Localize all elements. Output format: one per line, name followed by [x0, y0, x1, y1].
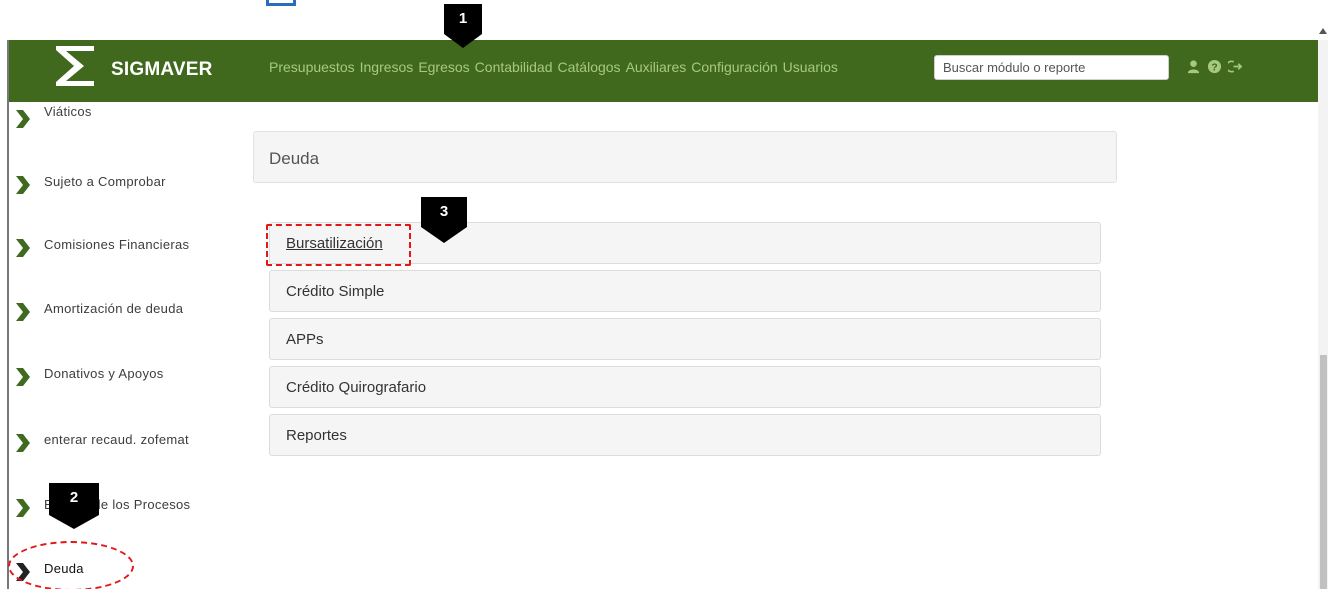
callout-number: 3 [439, 203, 449, 220]
chevron-right-icon [16, 303, 30, 321]
chevron-right-icon [16, 176, 30, 194]
sidebar-item-viaticos[interactable]: Viáticos [10, 102, 230, 132]
menu-contabilidad[interactable]: Contabilidad [475, 59, 553, 75]
brand-name[interactable]: SIGMAVER [111, 59, 213, 81]
sidebar-item-donativos-y-apoyos[interactable]: Donativos y Apoyos [10, 360, 230, 390]
sidebar-item-label: enterar recaud. zofemat [44, 432, 189, 447]
chevron-right-icon [16, 368, 30, 386]
sidebar-item-label: Donativos y Apoyos [44, 366, 164, 381]
callout-marker-2: 2 [49, 483, 99, 529]
sidebar: Viáticos Sujeto a Comprobar Comisiones F… [10, 102, 230, 589]
list-item-credito-simple[interactable]: Crédito Simple [269, 270, 1101, 312]
chevron-right-icon [16, 499, 30, 517]
sidebar-item-comisiones-financieras[interactable]: Comisiones Financieras [10, 231, 230, 261]
menu-egresos[interactable]: Egresos [418, 59, 469, 75]
callout-number: 1 [458, 10, 468, 27]
chevron-right-icon [16, 239, 30, 257]
scrollbar-thumb[interactable] [1320, 355, 1327, 589]
help-icon[interactable]: ? [1207, 59, 1222, 74]
list-item-label: Crédito Simple [286, 283, 385, 300]
user-icon[interactable] [1186, 59, 1201, 74]
chevron-right-icon [16, 110, 30, 128]
highlight-box [266, 224, 411, 266]
menu-presupuestos[interactable]: Presupuestos [269, 59, 355, 75]
sidebar-item-sujeto-a-comprobar[interactable]: Sujeto a Comprobar [10, 168, 230, 198]
main-menu: Presupuestos Ingresos Egresos Contabilid… [269, 59, 838, 75]
sigmaver-logo-icon[interactable] [52, 42, 98, 94]
svg-text:?: ? [1211, 62, 1217, 73]
list-item-label: APPs [286, 331, 324, 348]
sidebar-item-label: Viáticos [44, 104, 92, 119]
menu-auxiliares[interactable]: Auxiliares [626, 59, 687, 75]
scroll-up-icon[interactable] [1319, 28, 1327, 34]
top-strip [0, 0, 1328, 40]
sidebar-item-estatus-de-los-procesos[interactable]: Estatus de los Procesos [10, 491, 230, 521]
sidebar-item-label: Amortización de deuda [44, 301, 184, 316]
sidebar-item-amortizacion-de-deuda[interactable]: Amortización de deuda [10, 295, 230, 325]
menu-catalogos[interactable]: Catálogos [558, 59, 621, 75]
chevron-right-icon [16, 434, 30, 452]
crop-artifact [266, 0, 296, 6]
nav-icons: ? [1186, 59, 1243, 74]
logout-icon[interactable] [1228, 59, 1243, 74]
sidebar-item-label: Sujeto a Comprobar [44, 174, 166, 189]
highlight-ellipse [8, 541, 134, 589]
menu-usuarios[interactable]: Usuarios [783, 59, 838, 75]
search-input[interactable] [934, 55, 1169, 80]
list-item-credito-quirografario[interactable]: Crédito Quirografario [269, 366, 1101, 408]
list-item-apps[interactable]: APPs [269, 318, 1101, 360]
list-item-label: Crédito Quirografario [286, 379, 427, 396]
callout-number: 2 [69, 489, 79, 506]
section-header: Deuda [253, 131, 1117, 183]
sidebar-item-enterar-recaud-zofemat[interactable]: enterar recaud. zofemat [10, 426, 230, 456]
list-item-reportes[interactable]: Reportes [269, 414, 1101, 456]
callout-marker-1: 1 [444, 4, 482, 48]
callout-marker-3: 3 [421, 197, 467, 243]
window-edge [7, 40, 9, 589]
menu-ingresos[interactable]: Ingresos [360, 59, 414, 75]
menu-configuracion[interactable]: Configuración [691, 59, 777, 75]
page: SIGMAVER Presupuestos Ingresos Egresos C… [0, 0, 1328, 589]
page-title: Deuda [269, 149, 320, 168]
list-item-label: Reportes [286, 427, 347, 444]
sidebar-item-label: Comisiones Financieras [44, 237, 190, 252]
navbar: SIGMAVER Presupuestos Ingresos Egresos C… [8, 40, 1320, 102]
